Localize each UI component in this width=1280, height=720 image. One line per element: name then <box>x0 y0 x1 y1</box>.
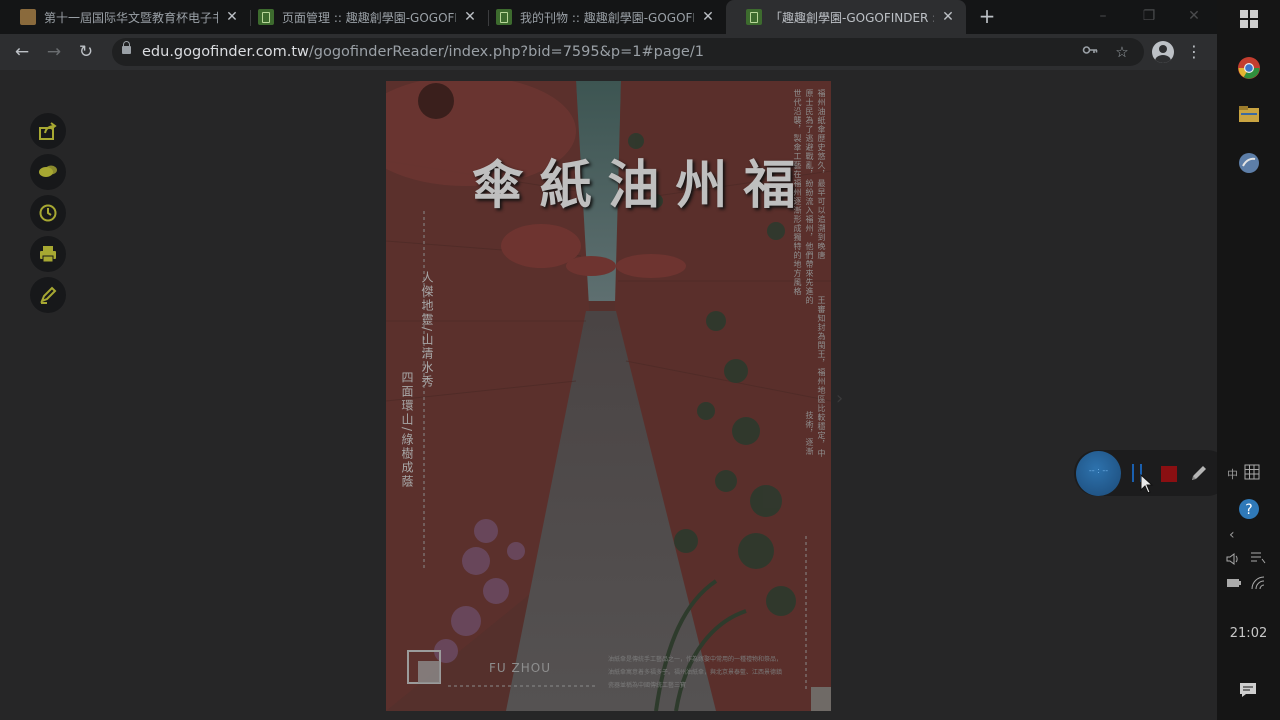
cover-footer-text: 油紙傘是傳統手工藝品之一，作為嫁娶中常用的一種禮物和祭品，油紙傘寓意着多福多子。… <box>608 656 783 689</box>
history-icon[interactable] <box>30 195 66 231</box>
close-icon[interactable]: ✕ <box>700 9 716 25</box>
share-icon[interactable] <box>30 113 66 149</box>
windows-start-icon[interactable] <box>1217 10 1280 28</box>
close-icon[interactable]: ✕ <box>940 9 956 25</box>
minimize-button[interactable]: – <box>1093 6 1113 26</box>
book-cover-page[interactable]: 福 州 油 紙 傘 人傑地靈/山清水秀 四面環山/綠樹成蔭 福州油紙傘歷史悠久，… <box>386 81 831 711</box>
url-host: edu.gogofinder.com.tw <box>142 44 309 60</box>
draw-icon[interactable] <box>30 277 66 313</box>
cover-intro-column: 世代沿襲，製傘工藝在福州逐漸形成獨特的地方風格 <box>793 89 802 296</box>
cover-intro-column: 技術，逐漸 <box>805 411 814 456</box>
battery-icon[interactable] <box>1226 578 1242 591</box>
maximize-button[interactable]: ❐ <box>1139 6 1159 26</box>
title-char: 州 <box>666 157 727 209</box>
comment-icon[interactable] <box>30 154 66 190</box>
screen-recorder-app-icon[interactable] <box>1217 152 1280 174</box>
lock-icon[interactable] <box>122 41 131 54</box>
tab-title: 我的刊物 :: 趣趣創學園-GOGOFINDER <box>520 10 694 25</box>
action-center-icon[interactable] <box>1239 682 1257 701</box>
tab-title: 页面管理 :: 趣趣創學園-GOGOFINDER <box>282 10 456 25</box>
chevron-left-icon[interactable]: ‹ <box>1229 527 1235 543</box>
profile-avatar-icon[interactable] <box>1152 41 1174 63</box>
title-char: 油 <box>598 157 659 209</box>
tab-3[interactable]: 我的刊物 :: 趣趣創學園-GOGOFINDER ✕ <box>476 0 726 34</box>
tab-strip: 第十一屆国际华文暨教育杯电子书 ✕ 页面管理 :: 趣趣創學園-GOGOFIND… <box>0 0 1217 34</box>
volume-icon[interactable] <box>1226 553 1240 568</box>
cover-intro-column: 原士民為了逃避戰亂，紛紛流入福州，他們帶來先進的 <box>805 89 814 305</box>
cover-intro-column: 福州油紙傘歷史悠久，最早可以追溯到晚唐 <box>817 89 826 260</box>
book-icon <box>20 9 36 25</box>
back-button[interactable]: ← <box>12 42 32 62</box>
notification-message-icon[interactable] <box>1250 551 1266 568</box>
file-explorer-icon[interactable] <box>1217 104 1280 124</box>
cover-intro-column: 王審知封為閩王，福州地區比較穩定，中 <box>817 296 826 458</box>
url-path: /gogofinderReader/index.php?bid=7595&p=1… <box>308 44 704 60</box>
stop-icon[interactable] <box>1161 466 1177 482</box>
title-char: 福 <box>734 157 795 209</box>
next-page-arrow-icon[interactable]: › <box>836 388 843 409</box>
pen-icon[interactable] <box>1189 463 1209 483</box>
new-tab-button[interactable]: + <box>976 6 998 28</box>
tab-2[interactable]: 页面管理 :: 趣趣創學園-GOGOFINDER ✕ <box>238 0 488 34</box>
browser-window: 第十一屆国际华文暨教育杯电子书 ✕ 页面管理 :: 趣趣創學園-GOGOFIND… <box>0 0 1230 720</box>
reload-button[interactable]: ↻ <box>76 42 96 62</box>
tab-title: 「趣趣創學園-GOGOFINDER :: <box>770 10 934 25</box>
recorder-timer-text: -- : -- <box>1088 466 1109 475</box>
bookmark-star-icon[interactable]: ☆ <box>1112 42 1132 62</box>
tab-title: 第十一屆国际华文暨教育杯电子书 <box>44 10 218 25</box>
gogofinder-icon <box>746 9 762 25</box>
cover-fuzhou-label: FU ZHOU <box>489 661 551 675</box>
forward-button[interactable]: → <box>44 42 64 62</box>
cover-poem-line: 人傑地靈/山清水秀 <box>420 271 434 390</box>
close-window-button[interactable]: ✕ <box>1184 6 1204 26</box>
reader-page: 福 州 油 紙 傘 人傑地靈/山清水秀 四面環山/綠樹成蔭 福州油紙傘歷史悠久，… <box>0 70 1217 720</box>
print-icon[interactable] <box>30 236 66 272</box>
key-icon[interactable] <box>1080 42 1100 62</box>
tab-1[interactable]: 第十一屆国际华文暨教育杯电子书 ✕ <box>0 0 250 34</box>
recorder-timer[interactable]: -- : -- <box>1076 451 1121 496</box>
title-char: 紙 <box>530 157 591 209</box>
tab-4-active[interactable]: 「趣趣創學園-GOGOFINDER :: ✕ <box>726 0 966 34</box>
windows-taskbar: 中 ? ‹ <box>1217 0 1280 720</box>
wifi-icon[interactable] <box>1250 576 1266 593</box>
menu-kebab-icon[interactable]: ⋮ <box>1186 42 1202 62</box>
browser-toolbar: ← → ↻ edu.gogofinder.com.tw/gogofinderRe… <box>0 34 1217 70</box>
gogofinder-icon <box>496 9 512 25</box>
gogofinder-icon <box>258 9 274 25</box>
address-bar[interactable]: edu.gogofinder.com.tw/gogofinderReader/i… <box>112 38 1144 66</box>
svg-text:?: ? <box>1245 502 1252 518</box>
mouse-cursor-icon <box>1140 474 1154 494</box>
cover-poem-line: 四面環山/綠樹成蔭 <box>400 371 414 490</box>
cover-title: 福 州 油 紙 傘 <box>458 157 798 209</box>
keyboard-grid-icon[interactable] <box>1244 464 1260 483</box>
system-clock[interactable]: 21:02 <box>1217 626 1280 641</box>
url-text[interactable]: edu.gogofinder.com.tw/gogofinderReader/i… <box>142 38 704 66</box>
input-method-indicator[interactable]: 中 <box>1227 466 1238 482</box>
chrome-taskbar-icon[interactable] <box>1217 56 1280 80</box>
help-icon[interactable]: ? <box>1238 498 1260 523</box>
title-char: 傘 <box>462 157 523 209</box>
